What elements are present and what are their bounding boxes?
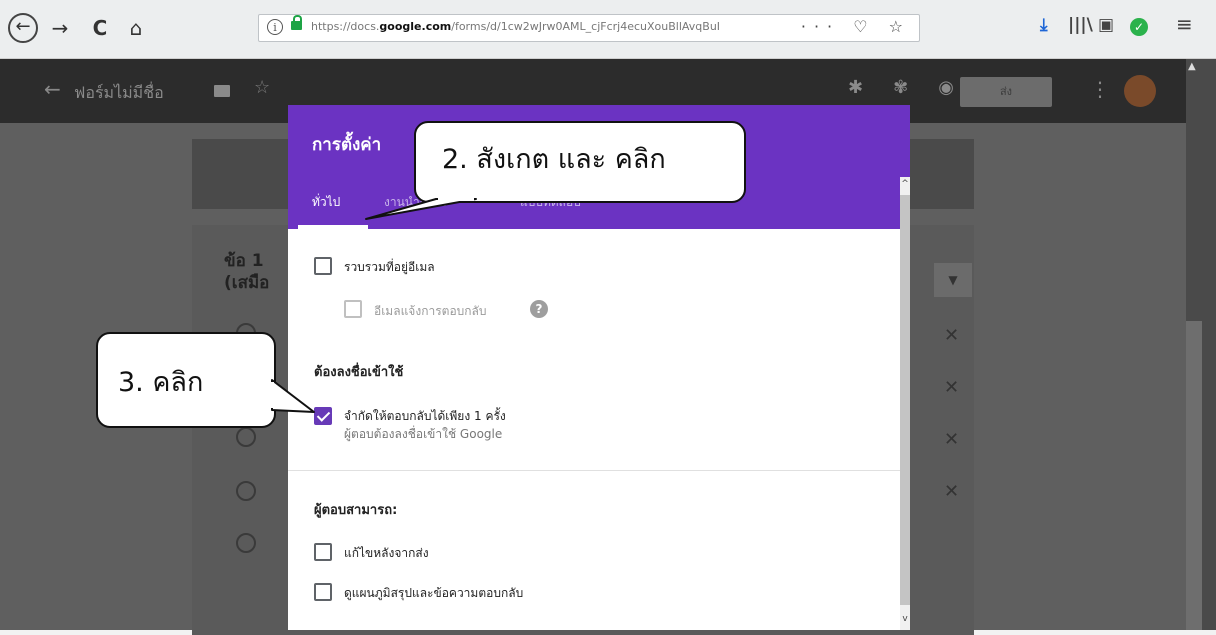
- remove-option-icon[interactable]: ✕: [944, 429, 959, 450]
- theme-icon[interactable]: ✾: [893, 77, 938, 98]
- active-tab-indicator: [298, 225, 368, 229]
- scroll-up-icon[interactable]: ^: [900, 179, 910, 189]
- more-vert-icon[interactable]: ⋮: [1090, 77, 1110, 101]
- lock-icon: [291, 15, 302, 30]
- back-button[interactable]: ←: [8, 13, 38, 43]
- requires-signin-heading: ต้องลงชื่อเข้าใช้: [314, 365, 404, 380]
- tab-general[interactable]: ทั่วไป: [312, 193, 340, 212]
- limit-one-response-label: จำกัดให้ตอบกลับได้เพียง 1 ครั้ง: [344, 409, 506, 423]
- download-icon[interactable]: ⤓: [1040, 15, 1048, 35]
- section-divider: [288, 470, 900, 471]
- page-actions[interactable]: ··· ♡ ☆: [801, 17, 911, 36]
- info-icon[interactable]: i: [267, 19, 283, 35]
- email-receipts-checkbox[interactable]: [344, 300, 362, 318]
- dialog-scrollbar-thumb[interactable]: [900, 195, 910, 605]
- scroll-up-icon[interactable]: ▲: [1188, 61, 1196, 72]
- avatar[interactable]: [1124, 75, 1156, 107]
- palette-icon[interactable]: ✱: [848, 77, 893, 98]
- star-icon[interactable]: ☆: [254, 77, 270, 98]
- email-receipts-label: อีเมลแจ้งการตอบกลับ: [374, 304, 487, 318]
- sidebar-icon[interactable]: ▣: [1098, 15, 1114, 35]
- dialog-title: การตั้งค่า: [312, 135, 382, 155]
- edit-after-submit-checkbox[interactable]: [314, 543, 332, 561]
- send-button[interactable]: ส่ง: [960, 77, 1052, 107]
- see-summary-label: ดูแผนภูมิสรุปและข้อความตอบกลับ: [344, 586, 524, 600]
- limit-one-response-sub: ผู้ตอบต้องลงชื่อเข้าใช้ Google: [344, 427, 503, 441]
- remove-option-icon[interactable]: ✕: [944, 325, 959, 346]
- menu-icon[interactable]: ≡: [1176, 12, 1193, 36]
- home-icon: ⌂: [129, 16, 143, 40]
- scroll-down-icon[interactable]: v: [900, 614, 910, 624]
- forward-button[interactable]: →: [48, 14, 72, 42]
- edit-after-submit-label: แก้ไขหลังจากส่ง: [344, 546, 429, 560]
- callout-step2: 2. สังเกต และ คลิก: [365, 121, 746, 220]
- remove-option-icon[interactable]: ✕: [944, 481, 959, 502]
- browser-toolbar: ← → C ⌂ i https://docs.google.com/forms/…: [0, 0, 1216, 59]
- page-scrollbar-thumb[interactable]: [1186, 321, 1202, 630]
- home-button[interactable]: ⌂: [124, 14, 148, 42]
- callout-step3: 3. คลิก: [96, 332, 315, 428]
- radio-option[interactable]: [236, 481, 256, 501]
- reload-button[interactable]: C: [88, 14, 112, 42]
- see-summary-checkbox[interactable]: [314, 583, 332, 601]
- back-arrow-icon[interactable]: ←: [44, 77, 61, 101]
- radio-option[interactable]: [236, 533, 256, 553]
- folder-icon[interactable]: [214, 85, 230, 97]
- radio-option[interactable]: [236, 427, 256, 447]
- respondents-can-heading: ผู้ตอบสามารถ:: [314, 503, 398, 518]
- callout-step2-text: 2. สังเกต และ คลิก: [442, 144, 666, 175]
- help-icon[interactable]: ?: [530, 300, 548, 318]
- question-title-line2: (เสมือ: [224, 273, 270, 293]
- remove-option-icon[interactable]: ✕: [944, 377, 959, 398]
- collect-email-label: รวบรวมที่อยู่อีเมล: [344, 260, 435, 274]
- reload-icon: C: [92, 16, 108, 40]
- forward-arrow-icon: →: [51, 16, 69, 40]
- back-arrow-icon: ←: [15, 16, 31, 37]
- address-bar[interactable]: i https://docs.google.com/forms/d/1cw2wJ…: [258, 14, 920, 42]
- url-text[interactable]: https://docs.google.com/forms/d/1cw2wJrw…: [311, 20, 821, 33]
- library-icon[interactable]: |||\: [1068, 15, 1093, 35]
- form-title[interactable]: ฟอร์มไม่มีชื่อ: [74, 81, 164, 106]
- check-icon[interactable]: ✓: [1130, 18, 1148, 36]
- callout-step3-text: 3. คลิก: [118, 367, 204, 398]
- question-type-dropdown[interactable]: ▼: [934, 263, 972, 297]
- limit-one-response-checkbox[interactable]: [314, 407, 332, 425]
- collect-email-checkbox[interactable]: [314, 257, 332, 275]
